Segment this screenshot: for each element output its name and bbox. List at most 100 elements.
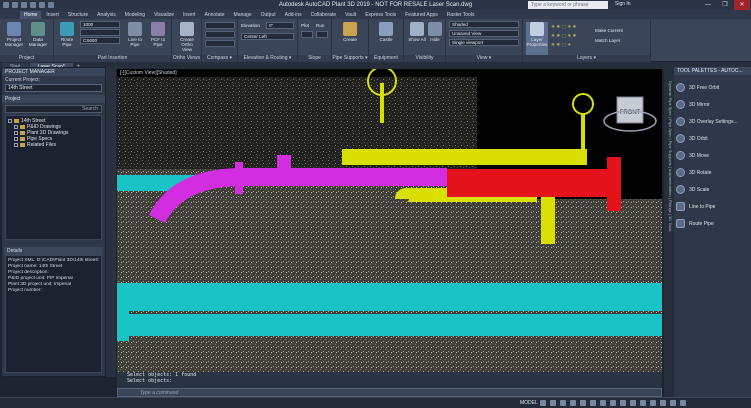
named-view-select[interactable]: Unsaved View (449, 30, 519, 37)
slope-value-1[interactable] (301, 31, 313, 38)
tool-3d-move[interactable]: 3D Move (676, 147, 749, 164)
create-support-button[interactable]: Create (339, 22, 361, 42)
close-button[interactable]: ✕ (734, 0, 750, 10)
maximize-button[interactable]: ❐ (717, 0, 733, 10)
compass-setting-1[interactable] (205, 22, 235, 29)
model-space-toggle[interactable]: MODEL (520, 400, 538, 406)
drawing-viewport[interactable]: FRONT [-][Custom View][Shaded] (117, 69, 662, 372)
match-layer-button[interactable]: Match Layer (595, 37, 620, 44)
expand-icon[interactable] (14, 125, 18, 129)
pipe-spec-select[interactable] (80, 29, 120, 36)
pipe-magenta-riser[interactable] (277, 155, 291, 169)
command-input[interactable]: Type a command (117, 388, 662, 397)
line-to-pipe-button[interactable]: Line to Pipe (124, 22, 146, 47)
current-project-select[interactable]: 14th Street (5, 84, 102, 92)
polar-icon[interactable] (570, 400, 576, 406)
tab-manage[interactable]: Manage (230, 11, 256, 19)
ortho-icon[interactable] (560, 400, 566, 406)
tab-structure[interactable]: Structure (64, 11, 92, 19)
pipe-cyan-lower-1[interactable] (117, 283, 662, 311)
tab-addins[interactable]: Add-ins (281, 11, 306, 19)
tab-annotate[interactable]: Annotate (201, 11, 229, 19)
hide-button[interactable]: Hide (424, 22, 446, 42)
tool-3d-free-orbit[interactable]: 3D Free Orbit (676, 79, 749, 96)
layer-properties-button[interactable]: Layer Properties (526, 22, 548, 56)
flange-red[interactable] (607, 157, 621, 211)
tab-visualize[interactable]: Visualize (150, 11, 178, 19)
route-pipe-button[interactable]: Route Pipe (56, 22, 78, 47)
pipe-spec-value[interactable]: CS600 (80, 37, 120, 44)
hardware-acceleration-icon[interactable] (660, 400, 666, 406)
layer-state-icons-3[interactable]: ☀ ❄ ⬚ ☀ (551, 41, 571, 48)
lineweight-icon[interactable] (600, 400, 606, 406)
collapse-icon[interactable] (8, 119, 12, 123)
plot-button[interactable]: Plot (301, 22, 309, 29)
tool-3d-mirror[interactable]: 3D Mirror (676, 96, 749, 113)
tab-analysis[interactable]: Analysis (93, 11, 120, 19)
otrack-icon[interactable] (590, 400, 596, 406)
selection-cycling-icon[interactable] (620, 400, 626, 406)
tool-3d-overlay-settings[interactable]: 3D Overlay Settings... (676, 113, 749, 130)
workspace-gear-icon[interactable] (640, 400, 646, 406)
snap-icon[interactable] (550, 400, 556, 406)
customization-menu-icon[interactable] (680, 400, 686, 406)
expand-icon[interactable] (14, 143, 18, 147)
new-icon[interactable] (12, 2, 18, 8)
pipe-yellow-main[interactable] (342, 149, 587, 165)
expand-icon[interactable] (14, 131, 18, 135)
elevation-input[interactable]: 0" (266, 22, 294, 29)
grid-icon[interactable] (540, 400, 546, 406)
pipe-cyan-lower-2[interactable] (117, 314, 662, 336)
layer-state-icons-2[interactable]: ☀ ❄ ⬚ ☀ ❄ (551, 32, 576, 39)
slope-value-2[interactable] (316, 31, 328, 38)
visual-style-select[interactable]: Shaded (449, 21, 519, 28)
minimize-button[interactable]: — (700, 0, 716, 10)
keyword-search-input[interactable]: Type a keyword or phrase (528, 1, 608, 9)
transparency-icon[interactable] (610, 400, 616, 406)
redo-icon[interactable] (48, 2, 54, 8)
tab-featured-apps[interactable]: Featured Apps (401, 11, 442, 19)
tool-3d-rotate[interactable]: 3D Rotate (676, 164, 749, 181)
make-current-button[interactable]: Make Current (595, 27, 623, 34)
compass-setting-2[interactable] (205, 31, 235, 38)
tab-home[interactable]: Home (20, 11, 42, 19)
viewport-controls-label[interactable]: [-][Custom View][Shaded] (120, 70, 177, 76)
create-ortho-view-button[interactable]: Create Ortho View (176, 22, 198, 52)
project-search-input[interactable]: Search (5, 105, 102, 113)
tab-insert[interactable]: Insert (42, 11, 63, 19)
center-left-select[interactable]: Center Left (241, 33, 294, 40)
tree-node-related-files[interactable]: Related Files (8, 142, 99, 148)
tool-3d-scale[interactable]: 3D Scale (676, 181, 749, 198)
valve-stem-right[interactable] (581, 114, 585, 149)
tool-3d-orbit[interactable]: 3D Orbit (676, 130, 749, 147)
pipe-red[interactable] (447, 169, 612, 197)
isolate-objects-icon[interactable] (650, 400, 656, 406)
open-icon[interactable] (21, 2, 27, 8)
create-equipment-button[interactable]: Castle (375, 22, 397, 42)
tool-line-to-pipe[interactable]: Line to Pipe (676, 198, 749, 215)
tab-modeling[interactable]: Modeling (121, 11, 149, 19)
tab-raster-tools[interactable]: Raster Tools (443, 11, 479, 19)
undo-icon[interactable] (39, 2, 45, 8)
flange-magenta[interactable] (235, 162, 243, 194)
annotation-scale-icon[interactable] (630, 400, 636, 406)
layer-state-icons[interactable]: ☀ ❄ ⬚ ☀ ❄ (551, 23, 576, 30)
run-button[interactable]: Run (316, 22, 324, 29)
pipe-size-select[interactable]: 1000 (80, 21, 120, 28)
tool-palette-side-tabs[interactable]: Dynamic Pipe Spec | Pipe Spec | Pipe Sup… (665, 81, 673, 232)
tab-collaborate[interactable]: Collaborate (307, 11, 341, 19)
data-manager-button[interactable]: Data Manager (27, 22, 49, 47)
sign-in-link[interactable]: Sign In (615, 1, 631, 7)
viewport-config-select[interactable]: Single viewport (449, 39, 519, 46)
tool-route-pipe[interactable]: Route Pipe (676, 215, 749, 232)
project-manager-button[interactable]: Project Manager (3, 22, 25, 47)
tab-insert-2[interactable]: Insert (179, 11, 200, 19)
pipe-cyan-elbow[interactable] (117, 283, 129, 341)
tab-output[interactable]: Output (257, 11, 280, 19)
palette-side-strip[interactable] (106, 67, 116, 377)
save-icon[interactable] (30, 2, 36, 8)
expand-icon[interactable] (14, 137, 18, 141)
tab-vault[interactable]: Vault (341, 11, 360, 19)
pcf-to-pipe-button[interactable]: PCF to Pipe (147, 22, 169, 47)
app-menu-icon[interactable] (3, 2, 9, 8)
